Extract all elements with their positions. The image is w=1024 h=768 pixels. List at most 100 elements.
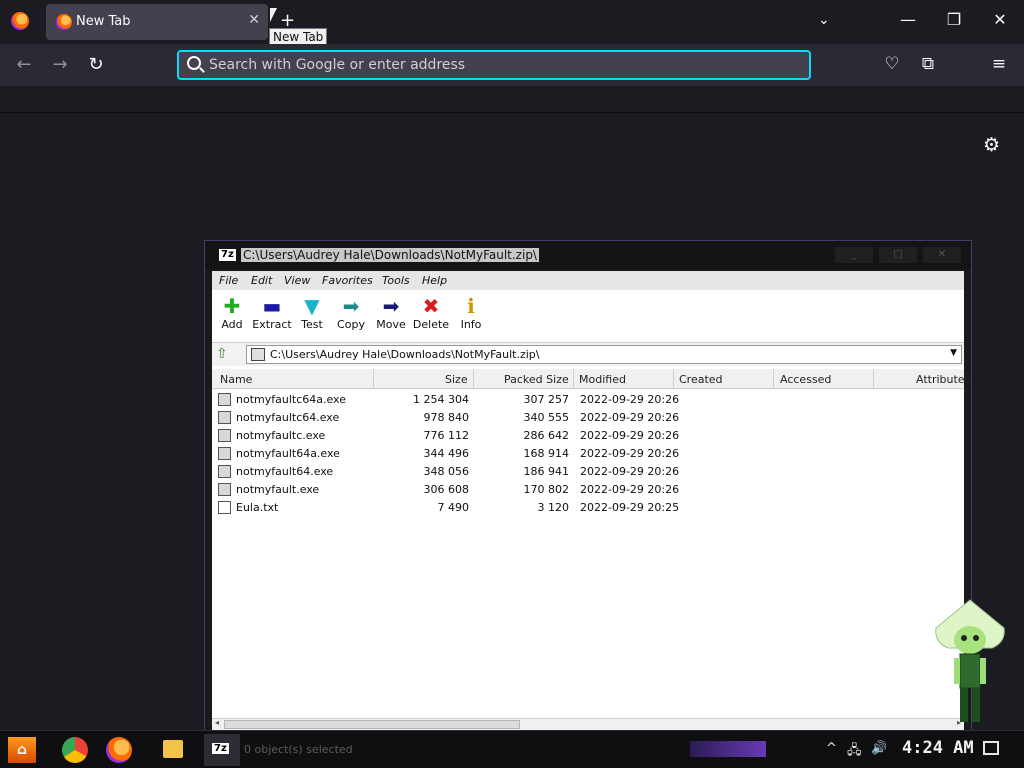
column-packed-size[interactable]: Packed Size [504, 373, 569, 386]
scrollbar-thumb[interactable] [224, 720, 520, 729]
seven-zip-taskbar-button[interactable]: 7z [204, 734, 240, 766]
info-button[interactable]: ℹ Info [451, 294, 491, 331]
extract-button[interactable]: ▬ Extract [252, 294, 292, 331]
table-row[interactable]: notmyfaultc64.exe 978 840 340 555 2022-0… [212, 409, 964, 427]
menu-favorites[interactable]: Favorites [322, 274, 373, 287]
zip-menu-bar: File Edit View Favorites Tools Help [212, 271, 964, 290]
firefox-taskbar-icon[interactable] [106, 737, 132, 763]
table-row[interactable]: notmyfaultc64a.exe 1 254 304 307 257 202… [212, 391, 964, 409]
zip-address-bar: ⇧ C:\Users\Audrey Hale\Downloads\NotMyFa… [212, 342, 964, 366]
url-input[interactable] [209, 55, 799, 75]
zip-minimize-button[interactable]: _ [835, 247, 873, 263]
column-separator[interactable] [373, 369, 374, 389]
folder-up-icon[interactable]: ⇧ [216, 346, 236, 363]
test-button[interactable]: ▼ Test [292, 294, 332, 331]
scroll-left-icon[interactable]: ◂ [215, 718, 219, 727]
file-name: notmyfault.exe [236, 483, 320, 496]
file-list: notmyfaultc64a.exe 1 254 304 307 257 202… [212, 391, 964, 517]
column-modified[interactable]: Modified [579, 373, 626, 386]
table-row[interactable]: notmyfault.exe 306 608 170 802 2022-09-2… [212, 481, 964, 499]
delete-button[interactable]: ✖ Delete [411, 294, 451, 331]
add-button[interactable]: ✚ Add [212, 294, 252, 331]
notification-icon[interactable] [983, 741, 999, 755]
extensions-icon[interactable]: ⧉ [917, 54, 939, 74]
column-attributes[interactable]: Attributes [916, 373, 970, 386]
column-separator[interactable] [573, 369, 574, 389]
copy-button[interactable]: ➡ Copy [331, 294, 371, 331]
file-size: 306 608 [423, 483, 470, 496]
search-icon [187, 56, 201, 70]
reload-icon[interactable]: ↻ [85, 54, 107, 75]
column-size[interactable]: Size [445, 373, 468, 386]
seven-zip-title: C:\Users\Audrey Hale\Downloads\NotMyFaul… [241, 248, 539, 262]
column-accessed[interactable]: Accessed [780, 373, 831, 386]
add-label: Add [221, 318, 243, 331]
column-created[interactable]: Created [679, 373, 723, 386]
menu-view[interactable]: View [284, 274, 310, 287]
zip-close-button[interactable]: ✕ [923, 247, 961, 263]
file-modified: 2022-09-29 20:26 [580, 483, 680, 496]
seven-zip-window: 7z C:\Users\Audrey Hale\Downloads\NotMyF… [204, 240, 972, 732]
delete-label: Delete [412, 318, 450, 331]
file-modified: 2022-09-29 20:26 [580, 411, 680, 424]
plus-icon: ✚ [223, 294, 241, 318]
pocket-icon[interactable]: ♡ [881, 54, 903, 74]
horizontal-scrollbar[interactable]: ◂ ▸ [212, 718, 964, 730]
column-separator[interactable] [673, 369, 674, 389]
file-name: notmyfaultc64.exe [236, 411, 340, 424]
menu-tools[interactable]: Tools [382, 274, 410, 287]
tab-close-icon[interactable]: ✕ [248, 12, 260, 28]
menu-edit[interactable]: Edit [251, 274, 272, 287]
file-size: 978 840 [423, 411, 470, 424]
seven-zip-titlebar[interactable]: 7z C:\Users\Audrey Hale\Downloads\NotMyF… [205, 241, 971, 269]
address-bar[interactable] [177, 50, 811, 80]
table-row[interactable]: Eula.txt 7 490 3 120 2022-09-29 20:25 [212, 499, 964, 517]
forward-arrow-icon[interactable]: → [49, 54, 71, 75]
table-row[interactable]: notmyfault64a.exe 344 496 168 914 2022-0… [212, 445, 964, 463]
info-label: Info [460, 318, 482, 331]
content-divider [0, 112, 1024, 113]
column-separator[interactable] [873, 369, 874, 389]
taskbar-clock[interactable]: 4:24 AM [902, 738, 974, 758]
text-file-icon [218, 501, 231, 514]
column-name[interactable]: Name [220, 373, 252, 386]
menu-file[interactable]: File [219, 274, 238, 287]
zip-status-text: 0 object(s) selected [244, 743, 353, 756]
network-icon[interactable]: 🖧 [847, 741, 862, 763]
tray-chevron-icon[interactable]: ^ [826, 741, 837, 756]
move-label: Move [376, 318, 406, 331]
chrome-icon[interactable] [62, 737, 88, 763]
test-label: Test [301, 318, 323, 331]
zip-toolbar: ✚ Add ▬ Extract ▼ Test ➡ Copy ➡ Move ✖ D… [212, 290, 964, 340]
path-combobox[interactable]: C:\Users\Audrey Hale\Downloads\NotMyFaul… [246, 345, 962, 364]
volume-icon[interactable]: 🔊 [871, 741, 887, 756]
exe-file-icon [218, 429, 231, 442]
column-separator[interactable] [773, 369, 774, 389]
tab-new-tab[interactable]: New Tab ✕ [46, 4, 268, 40]
seven-zip-client-area: File Edit View Favorites Tools Help ✚ Ad… [212, 271, 970, 731]
back-arrow-icon[interactable]: ← [13, 54, 35, 75]
start-button[interactable]: ⌂ [8, 737, 36, 763]
file-packed-size: 340 555 [523, 411, 570, 424]
app-menu-icon[interactable]: ≡ [988, 54, 1010, 74]
file-packed-size: 307 257 [523, 393, 570, 406]
path-dropdown-icon[interactable]: ▼ [950, 348, 957, 358]
menu-help[interactable]: Help [422, 274, 447, 287]
gear-icon[interactable]: ⚙ [983, 134, 1000, 156]
file-explorer-icon[interactable] [163, 740, 183, 758]
window-close-button[interactable]: ✕ [990, 10, 1010, 29]
table-row[interactable]: notmyfault64.exe 348 056 186 941 2022-09… [212, 463, 964, 481]
minus-icon: ▬ [262, 294, 282, 318]
taskbar: ⌂ 7z 0 object(s) selected ^ 🖧 🔊 4:24 AM [0, 730, 1024, 768]
firefox-logo-icon[interactable] [11, 12, 29, 30]
window-restore-button[interactable]: ❐ [944, 10, 964, 29]
column-separator[interactable] [473, 369, 474, 389]
move-button[interactable]: ➡ Move [371, 294, 411, 331]
window-minimize-button[interactable]: — [898, 10, 918, 29]
mouse-cursor-icon [270, 8, 277, 22]
zip-maximize-button[interactable]: □ [879, 247, 917, 263]
table-row[interactable]: notmyfaultc.exe 776 112 286 642 2022-09-… [212, 427, 964, 445]
list-all-tabs-icon[interactable]: ⌄ [818, 12, 830, 28]
character-illustration [935, 599, 1005, 722]
file-modified: 2022-09-29 20:26 [580, 429, 680, 442]
